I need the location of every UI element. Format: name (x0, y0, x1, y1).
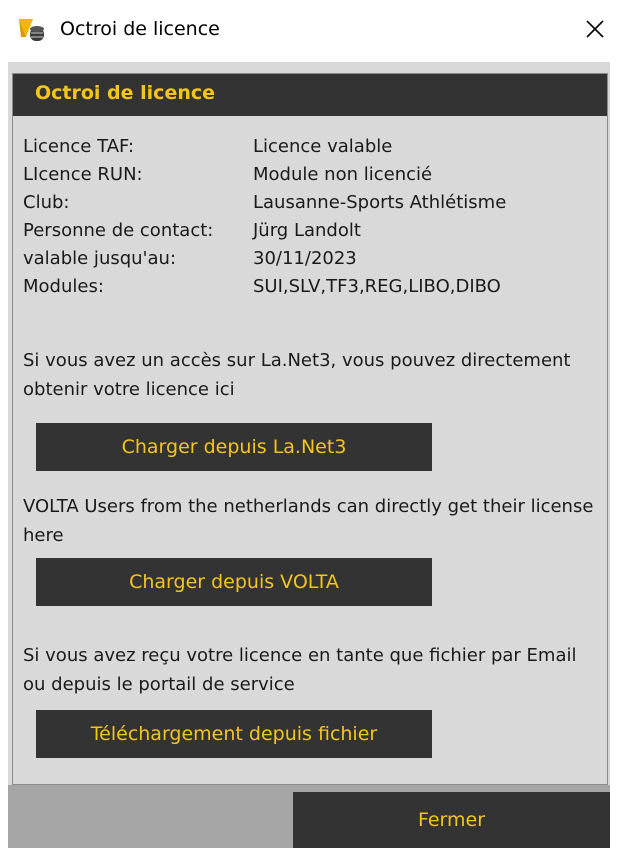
info-label: Club: (23, 192, 70, 213)
window-close-button[interactable] (572, 0, 618, 62)
load-from-lanet3-button[interactable]: Charger depuis La.Net3 (36, 423, 432, 471)
info-label: Modules: (23, 276, 104, 297)
file-description: Si vous avez reçu votre licence en tante… (23, 645, 577, 695)
dialog-content: Octroi de licence Licence TAF: Licence v… (8, 62, 610, 848)
lanet-description: Si vous avez un accès sur La.Net3, vous … (23, 350, 571, 400)
info-value: Licence valable (253, 136, 393, 157)
load-from-volta-button[interactable]: Charger depuis VOLTA (36, 558, 432, 606)
info-value: Lausanne-Sports Athlétisme (253, 192, 507, 213)
app-logo-icon (17, 17, 47, 43)
info-label: valable jusqu'au: (23, 248, 177, 269)
info-value: Module non licencié (253, 164, 433, 185)
close-dialog-button[interactable]: Fermer (293, 792, 610, 848)
license-dialog-window: Octroi de licence Octroi de licence Lice… (0, 0, 618, 848)
info-value: Jürg Landolt (253, 220, 361, 241)
panel-header-title: Octroi de licence (35, 82, 215, 104)
info-label: LIcence RUN: (23, 164, 143, 185)
license-panel: Octroi de licence Licence TAF: Licence v… (12, 73, 608, 785)
volta-description: VOLTA Users from the netherlands can dir… (23, 496, 594, 546)
panel-header: Octroi de licence (13, 74, 607, 116)
upload-from-file-button[interactable]: Téléchargement depuis fichier (36, 710, 432, 758)
info-label: Personne de contact: (23, 220, 214, 241)
title-bar: Octroi de licence (0, 0, 618, 62)
close-icon (586, 20, 604, 42)
info-label: Licence TAF: (23, 136, 135, 157)
info-value: SUI,SLV,TF3,REG,LIBO,DIBO (253, 276, 501, 297)
info-value: 30/11/2023 (253, 248, 357, 269)
window-title: Octroi de licence (60, 18, 220, 40)
dialog-footer: Fermer (8, 785, 610, 848)
